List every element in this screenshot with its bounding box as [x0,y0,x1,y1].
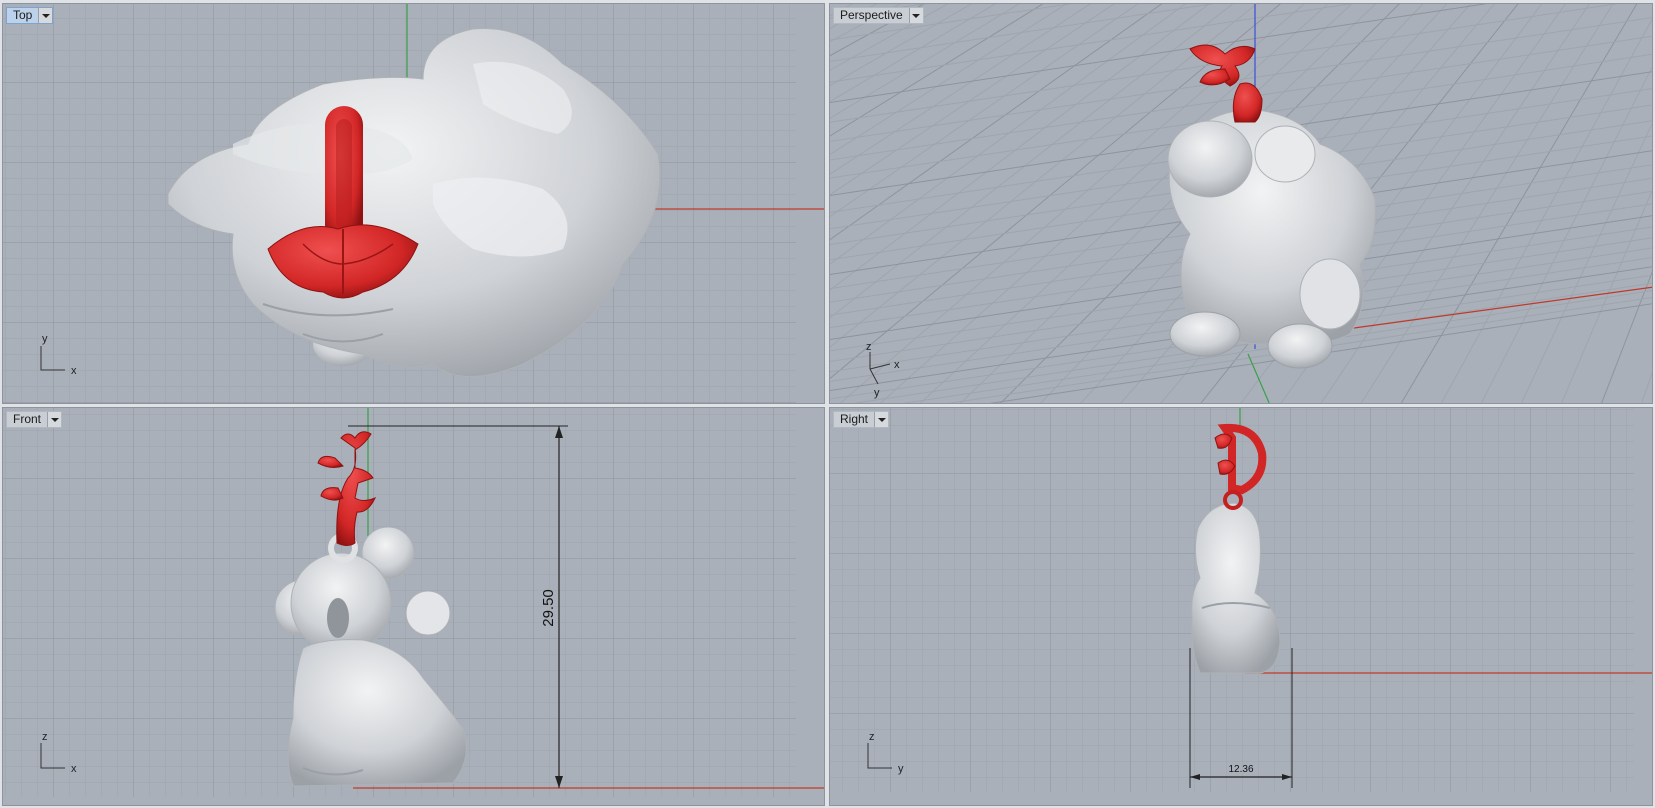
axis-label: z [869,731,875,743]
viewport-perspective-canvas[interactable]: z x y [830,4,1653,404]
grid-line [1400,4,1638,403]
viewport-label-front[interactable]: Front [6,411,63,428]
viewport-title: Right [840,412,869,426]
viewport-front-canvas[interactable]: 29.50 z x [3,408,825,806]
axis-label: x [894,359,900,371]
axis-label: y [874,387,880,399]
axis-label: x [71,763,77,775]
grid-line [1440,18,1652,403]
viewport-label-right[interactable]: Right [833,411,890,428]
dimension-label: 12.36 [1228,764,1253,775]
viewport-top[interactable]: y x Top [2,3,825,404]
axis-label: y [898,763,904,775]
dropdown-arrow-icon[interactable] [874,412,889,427]
viewport-front[interactable]: 29.50 z x Front [2,407,825,806]
dropdown-arrow-icon[interactable] [38,8,53,23]
viewport-right-canvas[interactable]: 12.36 z y [830,408,1653,806]
viewport-label-perspective[interactable]: Perspective [833,7,924,24]
axis-label: y [42,333,48,345]
dropdown-arrow-icon[interactable] [908,8,923,23]
viewport-label-top[interactable]: Top [6,7,54,24]
viewport-title: Front [13,412,42,426]
axis-label: z [866,341,872,353]
dimension-label: 29.50 [540,589,557,627]
grid-line [1561,189,1652,403]
grid-line [1641,371,1652,403]
viewport-title: Top [13,8,33,22]
viewport-perspective[interactable]: z x y Perspective [829,3,1653,404]
axis-label: z [42,731,48,743]
axis-label: x [71,365,77,377]
bail-model-perspective[interactable] [1189,44,1263,123]
viewport-title: Perspective [840,8,903,22]
viewport-top-canvas[interactable]: y x [3,4,825,404]
dropdown-arrow-icon[interactable] [47,412,62,427]
viewport-right[interactable]: 12.36 z y Right [829,407,1653,806]
